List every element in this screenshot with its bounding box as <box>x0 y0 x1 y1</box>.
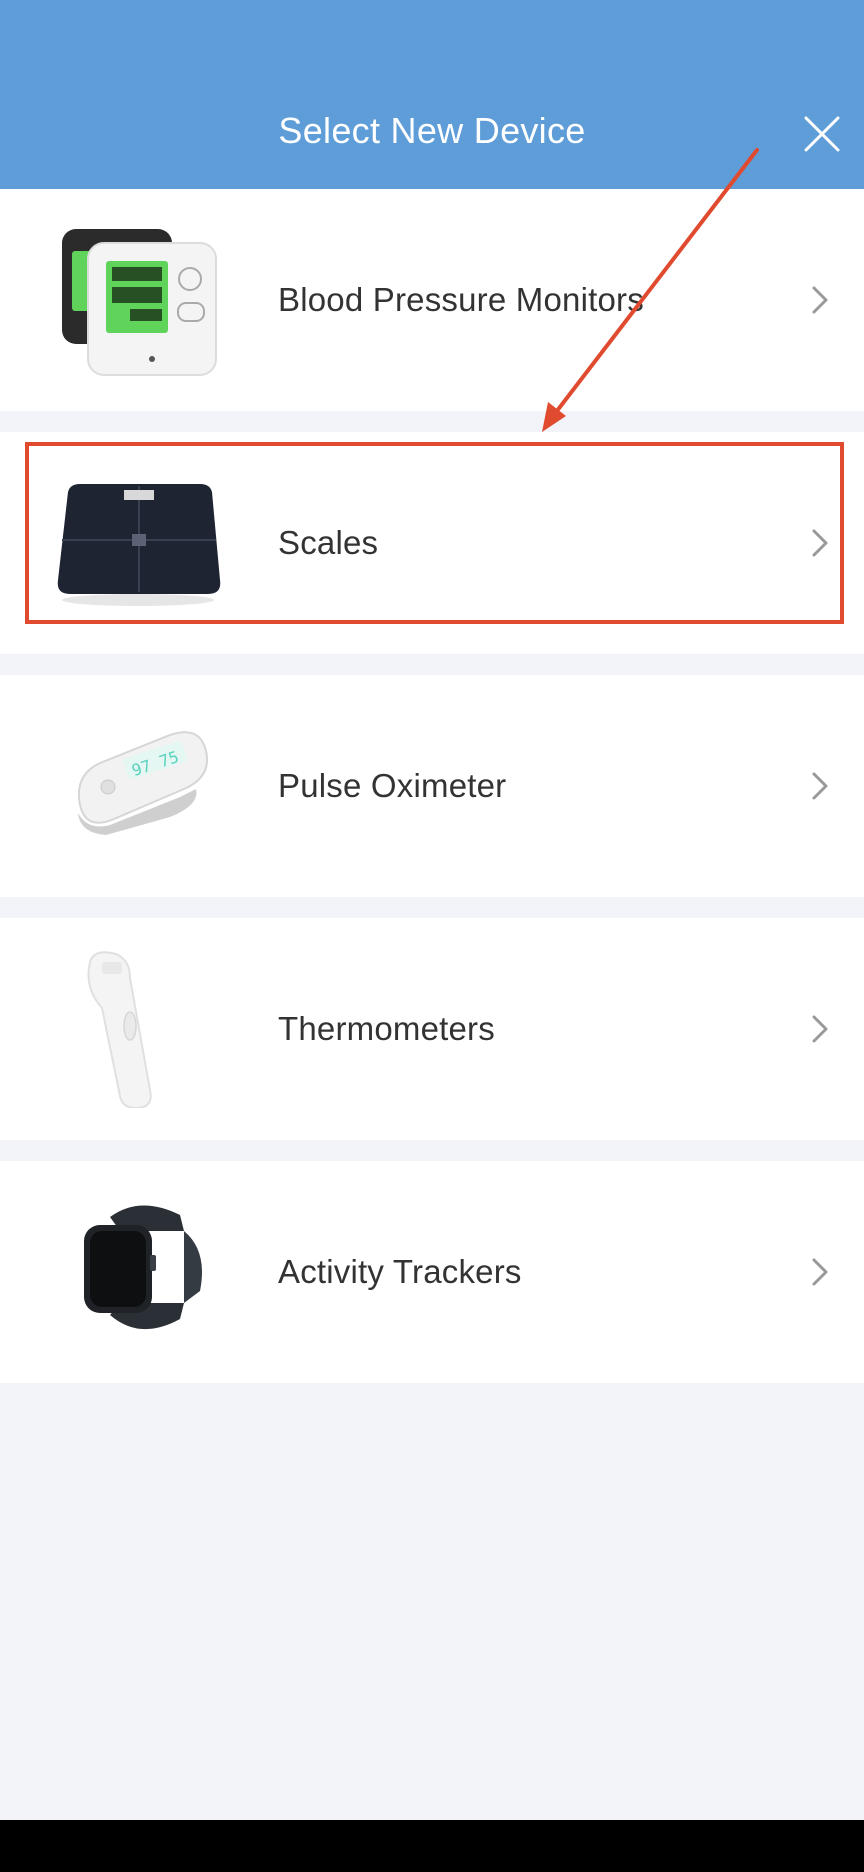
blood-pressure-monitor-image <box>50 219 230 379</box>
chevron-right-icon <box>808 523 832 563</box>
chevron-right-icon <box>808 1009 832 1049</box>
device-item-blood-pressure-monitors[interactable]: Blood Pressure Monitors <box>0 189 864 411</box>
close-icon <box>804 116 840 152</box>
device-item-scales[interactable]: Scales <box>0 432 864 654</box>
thermometer-image <box>50 948 230 1108</box>
pulse-oximeter-image: 97 75 <box>50 705 230 865</box>
device-label: Scales <box>278 524 379 561</box>
device-item-thermometers[interactable]: Thermometers <box>0 918 864 1140</box>
chevron-right-icon <box>808 1252 832 1292</box>
device-label: Thermometers <box>278 1010 495 1047</box>
activity-tracker-image <box>50 1191 230 1351</box>
device-item-pulse-oximeter[interactable]: 97 75 Pulse Oximeter <box>0 675 864 897</box>
scale-image <box>50 462 230 622</box>
chevron-right-icon <box>808 280 832 320</box>
page-title: Select New Device <box>278 110 586 151</box>
device-item-activity-trackers[interactable]: Activity Trackers <box>0 1161 864 1383</box>
close-button[interactable] <box>800 112 844 156</box>
chevron-right-icon <box>808 766 832 806</box>
device-label: Pulse Oximeter <box>278 767 507 804</box>
system-navigation-bar <box>0 1820 864 1872</box>
device-label: Activity Trackers <box>278 1253 522 1290</box>
header-bar: Select New Device <box>0 0 864 189</box>
device-label: Blood Pressure Monitors <box>278 281 644 318</box>
